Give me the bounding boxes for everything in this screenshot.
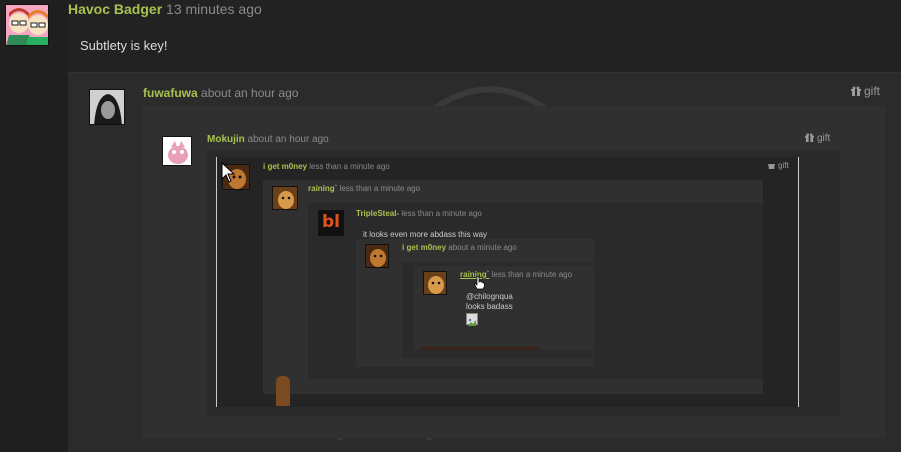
- timestamp: 13 minutes ago: [166, 1, 262, 17]
- username-link[interactable]: i get m0ney: [263, 162, 307, 171]
- username-link[interactable]: TripleSteal-: [356, 209, 399, 218]
- comment-header: Mokujin about an hour ago: [207, 134, 329, 145]
- avatar-logo: bl: [322, 212, 340, 232]
- username-link[interactable]: Mokujin: [207, 134, 245, 145]
- comment-body: looks badass: [466, 302, 513, 311]
- timestamp: about an hour ago: [247, 134, 329, 145]
- comment-header: TripleSteal- less than a minute ago: [356, 209, 482, 218]
- timestamp: less than a minute ago: [401, 209, 482, 218]
- gift-button[interactable]: gift: [851, 84, 880, 98]
- timestamp: less than a minute ago: [491, 270, 573, 279]
- username-link[interactable]: fuwafuwa: [143, 86, 198, 100]
- timestamp: about an hour ago: [201, 86, 299, 100]
- avatar-raining[interactable]: [423, 271, 447, 295]
- avatar-partial: [276, 376, 290, 406]
- gift-label: gift: [817, 133, 831, 144]
- gift-icon: [805, 133, 814, 142]
- comment-header: raining` less than a minute ago: [308, 184, 420, 193]
- timestamp: less than a minute ago: [339, 184, 421, 193]
- comment-header: Havoc Badger 13 minutes ago: [68, 1, 262, 17]
- comment-body: Subtlety is key!: [80, 38, 168, 53]
- gift-button[interactable]: gift: [768, 161, 789, 170]
- comment-header: fuwafuwa about an hour ago: [143, 86, 298, 100]
- username-link[interactable]: Havoc Badger: [68, 1, 162, 17]
- page: { "thread": { "comment1": {"user": "Havo…: [0, 0, 901, 452]
- username-link[interactable]: raining`: [308, 184, 337, 193]
- gift-icon: [768, 164, 775, 169]
- collapsed-reply-edge: [420, 347, 540, 350]
- avatar-havoc-badger[interactable]: [5, 4, 49, 46]
- avatar-raining[interactable]: [272, 186, 298, 210]
- left-gutter: [0, 0, 68, 452]
- avatar-mokujin[interactable]: [162, 136, 192, 166]
- avatar-fuwafuwa[interactable]: [89, 89, 125, 125]
- gift-label: gift: [778, 161, 789, 170]
- broken-image-icon: [466, 313, 478, 326]
- gift-icon: [851, 86, 861, 96]
- timestamp: less than a minute ago: [309, 162, 390, 171]
- comment-body: it looks even more abdass this way: [363, 230, 488, 239]
- comment-body: @chilognqua: [466, 292, 513, 301]
- gift-button[interactable]: gift: [805, 133, 830, 144]
- timestamp: about a minute ago: [448, 243, 517, 252]
- comment-header: i get m0ney about a minute ago: [402, 243, 517, 252]
- username-link[interactable]: i get m0ney: [402, 243, 446, 252]
- mouse-cursor-icon: [221, 162, 235, 183]
- avatar-triplesteal[interactable]: bl: [318, 210, 344, 236]
- gift-label: gift: [864, 84, 881, 98]
- avatar-i-get-m0ney[interactable]: [365, 244, 389, 268]
- hand-cursor-icon: [474, 276, 485, 290]
- comment-header: i get m0ney less than a minute ago: [263, 162, 390, 171]
